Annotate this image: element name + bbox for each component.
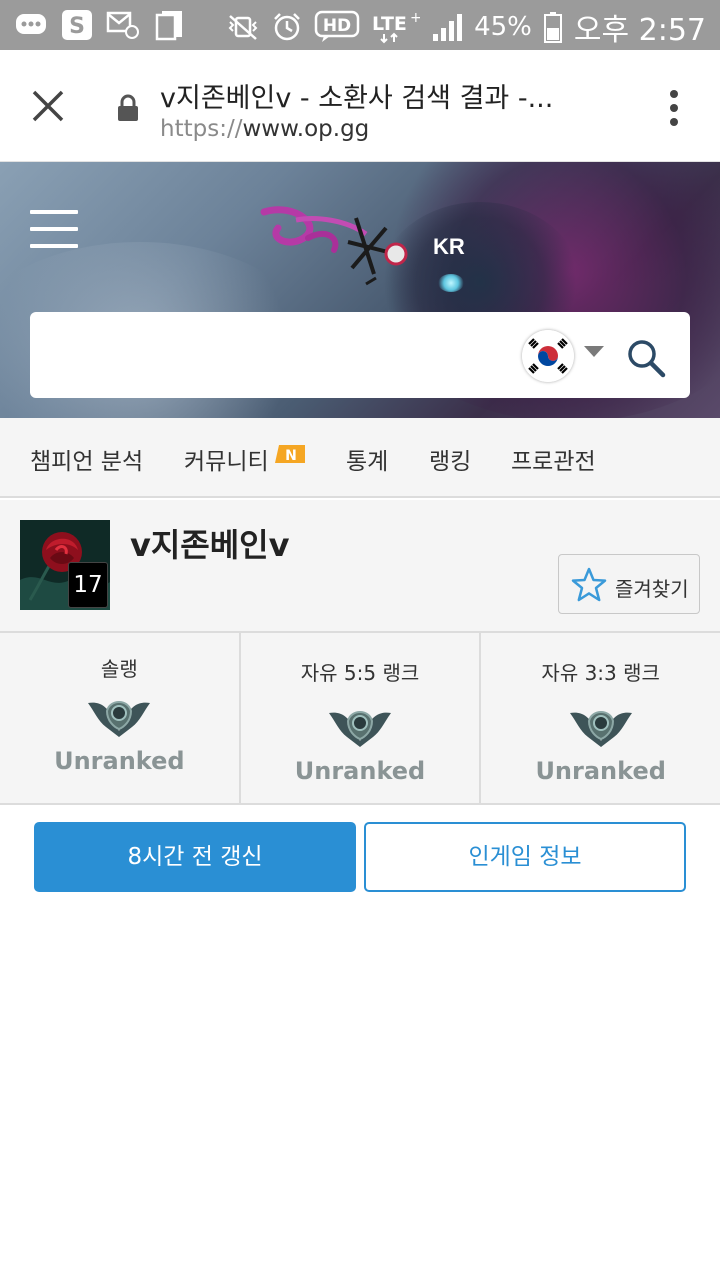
rank-tier: Unranked [535,757,666,785]
lte-icon: LTE + [370,10,420,44]
nav-item-ranking[interactable]: 랭킹 [429,442,471,476]
signal-icon [430,10,464,44]
copy-icon [152,8,186,42]
rank-card-flex-5v5: 자유 5:5 랭크 Unranked [241,633,482,803]
rank-queue-title: 자유 5:5 랭크 [300,661,420,685]
lte-text: LTE [372,13,407,35]
mail-icon [106,8,140,42]
svg-text:S: S [69,14,85,39]
chevron-down-icon[interactable] [584,346,604,357]
menu-icon[interactable] [30,210,78,248]
battery-percent: 45% [474,12,532,42]
notification-icons: S [14,8,186,42]
nav-item-community[interactable]: 커뮤니티 N [184,442,305,476]
vibrate-mute-icon [226,10,260,44]
rank-card-solo: 솔랭 Unranked [0,633,241,803]
favorite-button[interactable]: 즐겨찾기 [558,554,700,614]
skype-icon: S [60,8,94,42]
site-logo[interactable] [256,198,416,288]
summoner-profile: 17 v지존베인v 즐겨찾기 [0,500,720,631]
unranked-emblem-icon [327,701,393,749]
hd-voice-icon: HD [314,10,360,44]
nav-item-label: 챔피언 분석 [30,449,144,475]
nav-item-statistics[interactable]: 통계 [346,442,388,476]
rank-card-flex-3v3: 자유 3:3 랭크 Unranked [481,633,720,803]
banner-art-eye [438,274,464,292]
url-host: www.op.gg [242,116,370,142]
nav-item-label: 프로관전 [511,449,596,475]
battery-icon [542,10,564,44]
url-display[interactable]: https://www.op.gg [160,116,369,142]
star-icon [571,567,607,603]
unranked-emblem-icon [568,701,634,749]
summoner-name: v지존베인v [130,526,290,564]
main-nav: 챔피언 분석 커뮤니티 N 통계 랭킹 프로관전 [0,418,720,498]
region-label[interactable]: KR [433,234,465,260]
renew-button[interactable]: 8시간 전 갱신 [34,822,356,892]
favorite-label: 즐겨찾기 [615,577,689,601]
rank-tier: Unranked [294,757,426,785]
rank-summary: 솔랭 Unranked 자유 5:5 랭크 Unranked 자유 3:3 랭크… [0,631,720,805]
svg-text:+: + [410,10,420,26]
nav-item-label: 통계 [346,449,389,475]
alarm-icon [270,10,304,44]
summoner-search-input[interactable] [44,330,514,380]
nav-item-champion-analysis[interactable]: 챔피언 분석 [30,442,143,476]
status-bar: S HD LTE + 45% 오후 2:57 [0,0,720,50]
rank-queue-title: 솔랭 [100,657,138,681]
lock-icon [116,94,140,122]
nav-item-label: 랭킹 [429,449,472,475]
system-icons: HD LTE + 45% 오후 2:57 [226,5,706,49]
close-icon[interactable] [28,86,68,126]
hd-text: HD [323,16,351,36]
browser-toolbar: v지존베인v - 소환사 검색 결과 -... https://www.op.g… [0,50,720,162]
messages-icon [14,8,48,42]
rank-tier: Unranked [54,747,185,775]
page-title[interactable]: v지존베인v - 소환사 검색 결과 -... [160,76,610,115]
unranked-emblem-icon [86,691,152,739]
new-badge-icon: N [274,445,305,465]
summoner-search-bar [30,312,690,398]
rank-queue-title: 자유 3:3 랭크 [541,661,660,685]
new-badge-text: N [285,448,297,464]
summoner-level: 17 [68,562,108,608]
nav-item-pro-spectate[interactable]: 프로관전 [511,442,596,476]
site-header: KR [0,162,720,418]
search-icon[interactable] [626,338,666,378]
more-vert-icon[interactable] [664,88,684,128]
clock: 오후 2:57 [573,13,706,48]
url-scheme: https:// [160,116,243,142]
korea-flag-icon[interactable] [522,330,574,382]
nav-item-label: 커뮤니티 [184,449,269,475]
ingame-info-button[interactable]: 인게임 정보 [364,822,686,892]
